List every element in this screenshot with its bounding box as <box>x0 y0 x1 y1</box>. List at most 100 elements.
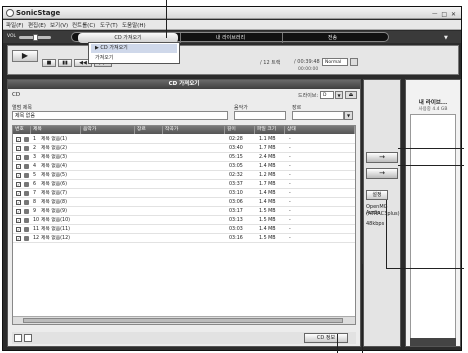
track-checkbox[interactable]: ✓ <box>16 218 21 223</box>
elapsed-time: 00:00:00 <box>298 67 319 72</box>
stop-button[interactable]: ■ <box>42 59 56 67</box>
callout-line <box>398 165 464 166</box>
album-title-field[interactable]: 제목 없음 <box>12 111 228 120</box>
menu-edit[interactable]: 편집(E) <box>28 21 46 29</box>
callout-line <box>166 10 167 38</box>
column-header[interactable]: 작곡가 <box>163 126 225 134</box>
table-row[interactable]: ✓ 10 제목 없음(10) 03:13 1.5 MB - <box>13 216 355 225</box>
tab-transfer[interactable]: 전송 <box>282 33 382 43</box>
pause-button[interactable]: ▮▮ <box>58 59 72 67</box>
column-header[interactable]: 장르 <box>135 126 163 134</box>
track-checkbox[interactable]: ✓ <box>16 182 21 187</box>
cd-track-icon <box>24 137 29 142</box>
track-length: 02:28 <box>229 137 243 142</box>
artist-field[interactable] <box>234 111 286 120</box>
track-checkbox[interactable]: ✓ <box>16 227 21 232</box>
column-header[interactable]: 번호 <box>13 126 31 134</box>
table-row[interactable]: ✓ 9 제목 없음(9) 03:17 1.5 MB - <box>13 207 355 216</box>
drive-dropdown-icon[interactable]: ▼ <box>335 91 343 99</box>
settings-button[interactable]: 설정 <box>366 190 388 200</box>
track-checkbox[interactable]: ✓ <box>16 191 21 196</box>
eject-button[interactable]: ⏏ <box>345 91 357 99</box>
cd-track-icon <box>24 227 29 232</box>
column-header[interactable]: 파일 크기 <box>255 126 285 134</box>
track-size: 1.4 MB <box>259 227 276 232</box>
table-footer: CD 정보 <box>12 332 356 344</box>
genre-field[interactable] <box>292 111 344 120</box>
dropdown-item-import[interactable]: 가져오기 <box>91 54 177 63</box>
track-checkbox[interactable]: ✓ <box>16 137 21 142</box>
import-option-button[interactable]: → <box>366 168 398 179</box>
track-checkbox[interactable]: ✓ <box>16 164 21 169</box>
track-checkbox[interactable]: ✓ <box>16 200 21 205</box>
track-size: 1.7 MB <box>259 182 276 187</box>
volume-knob[interactable] <box>33 34 38 41</box>
window-controls[interactable]: ㅡ □ ✕ <box>432 9 457 18</box>
track-title: 제목 없음(2) <box>41 146 67 151</box>
track-checkbox[interactable]: ✓ <box>16 155 21 160</box>
track-status: - <box>289 164 291 169</box>
track-number: 12 <box>33 236 39 241</box>
callout-line <box>166 0 167 10</box>
tab-my-library[interactable]: 내 라이브러리 <box>180 33 280 43</box>
column-header[interactable]: 길이 <box>225 126 255 134</box>
track-title: 제목 없음(4) <box>41 164 67 169</box>
track-length: 03:03 <box>229 227 243 232</box>
track-length: 02:32 <box>229 173 243 178</box>
format-codec-label: (ATRAC3plus) <box>366 211 400 217</box>
cd-info-button[interactable]: CD 정보 <box>304 333 348 343</box>
table-row[interactable]: ✓ 1 제목 없음(1) 02:28 1.1 MB - <box>13 135 355 144</box>
column-header[interactable]: 상태 <box>285 126 355 134</box>
track-number: 10 <box>33 218 39 223</box>
track-checkbox[interactable]: ✓ <box>16 173 21 178</box>
column-header[interactable]: 음악가 <box>81 126 135 134</box>
scrollbar-thumb[interactable] <box>23 318 343 323</box>
table-row[interactable]: ✓ 6 제목 없음(6) 03:37 1.7 MB - <box>13 180 355 189</box>
horizontal-scrollbar[interactable] <box>13 316 355 324</box>
table-row[interactable]: ✓ 11 제목 없음(11) 03:03 1.4 MB - <box>13 225 355 234</box>
track-title: 제목 없음(12) <box>41 236 71 241</box>
track-size: 1.2 MB <box>259 173 276 178</box>
app-title: SonicStage <box>16 9 61 17</box>
table-row[interactable]: ✓ 4 제목 없음(4) 03:05 1.4 MB - <box>13 162 355 171</box>
track-number: 1 <box>33 137 37 142</box>
tab-menu-arrow-icon[interactable]: ▼ <box>444 35 448 41</box>
track-size: 1.5 MB <box>259 218 276 223</box>
menu-view[interactable]: 보기(V) <box>50 21 68 29</box>
menu-file[interactable]: 파일(F) <box>6 21 24 29</box>
table-row[interactable]: ✓ 12 제목 없음(12) 03:16 1.5 MB - <box>13 234 355 243</box>
track-status: - <box>289 200 291 205</box>
callout-line <box>362 264 363 353</box>
table-row[interactable]: ✓ 3 제목 없음(3) 05:15 2.4 MB - <box>13 153 355 162</box>
track-title: 제목 없음(5) <box>41 173 67 178</box>
table-row[interactable]: ✓ 8 제목 없음(8) 03:06 1.4 MB - <box>13 198 355 207</box>
drive-select[interactable]: D <box>320 91 334 99</box>
dropdown-item-cd-import[interactable]: ▶ CD 가져오기 <box>91 44 177 53</box>
track-checkbox[interactable]: ✓ <box>16 209 21 214</box>
table-row[interactable]: ✓ 5 제목 없음(5) 02:32 1.2 MB - <box>13 171 355 180</box>
library-bottom-button[interactable] <box>410 338 456 346</box>
genre-dropdown-icon[interactable]: ▼ <box>344 111 353 120</box>
import-button[interactable]: → <box>366 152 398 163</box>
table-row[interactable]: ✓ 7 제목 없음(7) 03:10 1.4 MB - <box>13 189 355 198</box>
album-title-label: 앨범 제목 <box>12 105 32 111</box>
column-header[interactable]: 제목 <box>31 126 81 134</box>
track-number: 8 <box>33 200 37 205</box>
select-all-button[interactable] <box>14 334 22 342</box>
cd-track-icon <box>24 173 29 178</box>
track-checkbox[interactable]: ✓ <box>16 236 21 241</box>
play-mode-button[interactable] <box>350 58 358 66</box>
callout-line <box>398 148 464 149</box>
track-status: - <box>289 191 291 196</box>
library-title[interactable]: 내 라이브... <box>406 98 460 106</box>
menu-tools[interactable]: 도구(T) <box>100 21 118 29</box>
track-checkbox[interactable]: ✓ <box>16 146 21 151</box>
play-button[interactable]: ▶ <box>12 50 38 62</box>
table-row[interactable]: ✓ 2 제목 없음(2) 03:40 1.7 MB - <box>13 144 355 153</box>
menu-control[interactable]: 컨트롤(C) <box>72 21 95 29</box>
play-mode-select[interactable]: Normal <box>322 58 348 66</box>
cd-track-icon <box>24 146 29 151</box>
cd-track-icon <box>24 191 29 196</box>
deselect-all-button[interactable] <box>24 334 32 342</box>
menu-help[interactable]: 도움말(H) <box>122 21 146 29</box>
